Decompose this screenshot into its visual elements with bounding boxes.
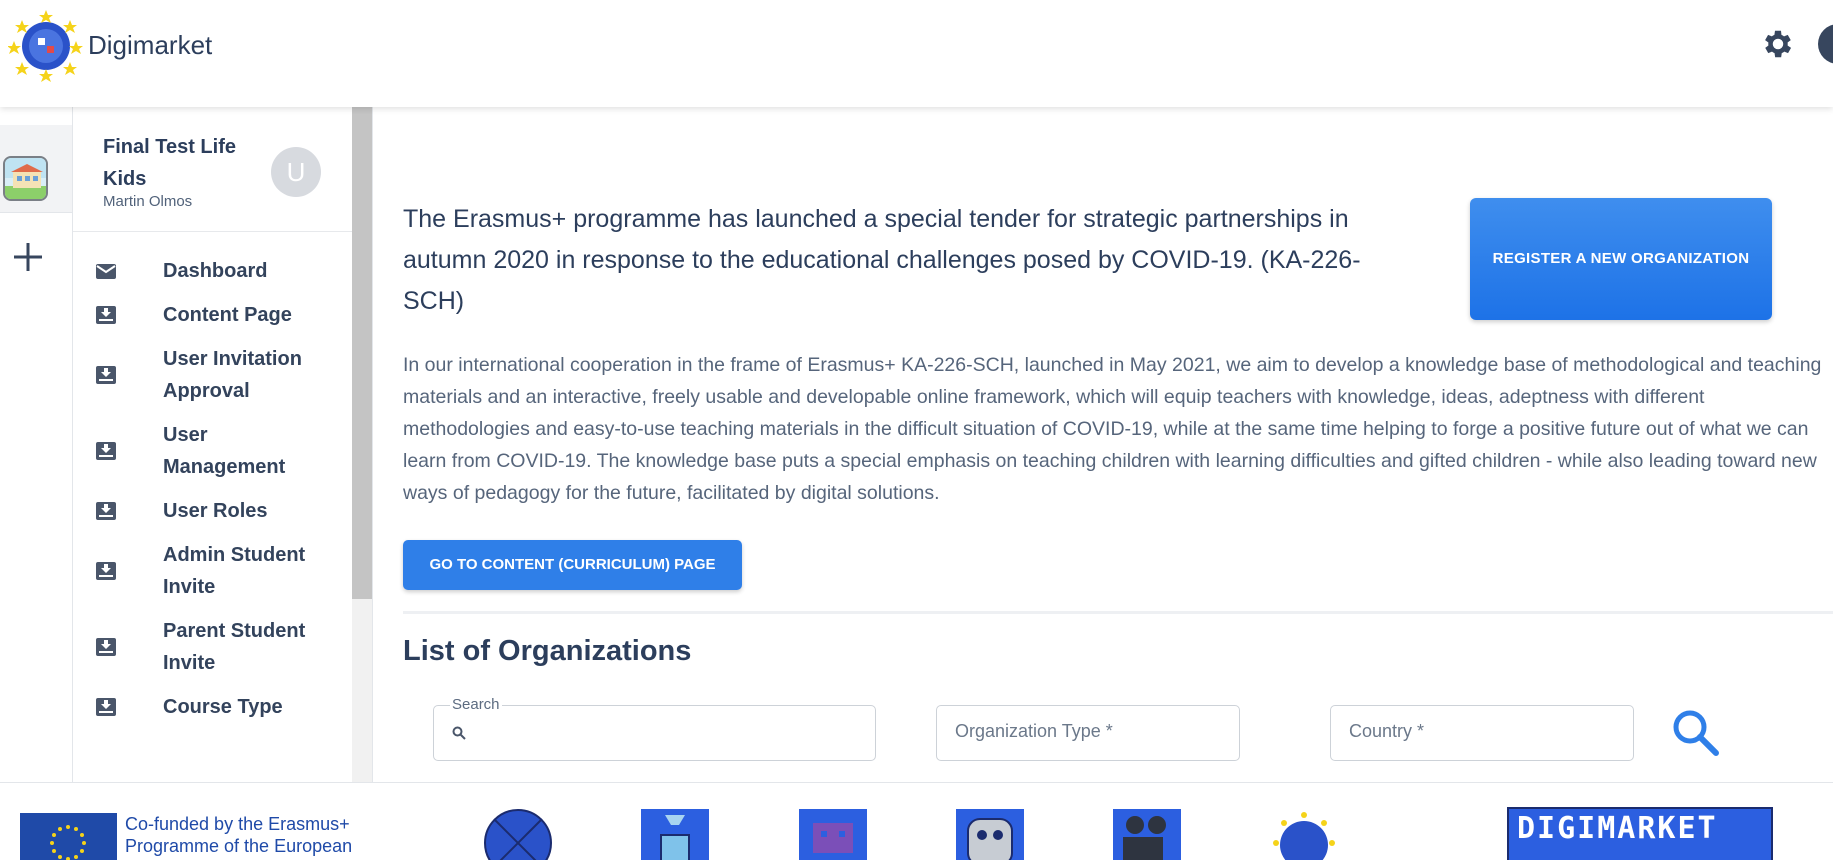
digimarket-badge-icon: [484, 809, 552, 860]
country-placeholder: Country *: [1349, 721, 1425, 741]
search-button-icon[interactable]: [1670, 707, 1720, 757]
account-circle-icon[interactable]: [1818, 24, 1833, 64]
sidebar-item-user-roles[interactable]: User Roles: [73, 489, 352, 533]
main-content: The Erasmus+ programme has launched a sp…: [373, 107, 1833, 782]
inbox-icon: [96, 502, 116, 520]
sidebar-item-admin-student-invite[interactable]: Admin Student Invite: [73, 533, 352, 609]
country-select[interactable]: Country *: [1330, 705, 1634, 761]
mail-icon: [96, 264, 116, 279]
plus-icon[interactable]: [8, 237, 48, 277]
search-input[interactable]: [474, 720, 854, 748]
organization-type-select[interactable]: Organization Type *: [936, 705, 1240, 761]
gear-icon[interactable]: [1760, 26, 1796, 62]
inbox-icon: [96, 306, 116, 324]
list-title: List of Organizations: [403, 635, 692, 667]
sidebar-item-label: User Management: [163, 424, 286, 478]
register-organization-button[interactable]: REGISTER A NEW ORGANIZATION: [1470, 198, 1772, 320]
inbox-icon: [96, 562, 116, 580]
sidebar-item-parent-student-invite[interactable]: Parent Student Invite: [73, 609, 352, 685]
digimarket-logo[interactable]: [8, 8, 84, 84]
inbox-icon: [96, 366, 116, 384]
eu-flag-icon: [20, 813, 117, 860]
intro-paragraph: In our international cooperation in the …: [403, 354, 1822, 504]
sidebar-item-user-management[interactable]: User Management: [73, 413, 352, 489]
sidebar-item-label: Admin Student Invite: [163, 544, 306, 598]
sidebar: Final Test Life Kids Martin Olmos U Dash…: [73, 107, 373, 782]
organization-rail: [0, 107, 73, 782]
3d-printer-icon: [641, 809, 709, 860]
sidebar-item-course-type[interactable]: Course Type: [73, 685, 352, 729]
eu-cofunded-text: Co-funded by the Erasmus+ Programme of t…: [125, 814, 353, 860]
search-icon: [452, 726, 466, 740]
sidebar-item-label: User Roles: [163, 500, 268, 522]
digimarket-star-logo-icon: [1273, 812, 1335, 860]
film-camera-icon: [1113, 809, 1181, 860]
footer: Co-funded by the Erasmus+ Programme of t…: [0, 782, 1833, 860]
sidebar-item-user-invitation-approval[interactable]: User Invitation Approval: [73, 337, 352, 413]
divider: [403, 611, 1833, 614]
inbox-icon: [96, 638, 116, 656]
organization-type-placeholder: Organization Type *: [955, 721, 1113, 741]
inbox-icon: [96, 698, 116, 716]
app-title: Digimarket: [88, 30, 213, 60]
sidebar-item-label: Course Type: [163, 696, 283, 718]
school-illustration-icon: [5, 158, 46, 199]
divider: [73, 231, 352, 232]
go-to-content-button[interactable]: GO TO CONTENT (CURRICULUM) PAGE: [403, 540, 742, 590]
sidebar-nav: Dashboard Content Page User Invitation A…: [73, 249, 352, 729]
search-field[interactable]: Search: [433, 696, 876, 761]
sidebar-item-label: User Invitation Approval: [163, 348, 302, 402]
organization-user-name: Martin Olmos: [103, 193, 193, 210]
sidebar-scrollbar-thumb[interactable]: [352, 107, 372, 599]
sidebar-item-label: Parent Student Invite: [163, 620, 306, 674]
banner-text: DIGIMARKET: [1517, 811, 1718, 846]
space-invader-icon: [799, 809, 867, 860]
sidebar-item-label: Content Page: [163, 304, 292, 326]
robot-icon: [956, 809, 1024, 860]
avatar[interactable]: U: [271, 147, 321, 197]
sidebar-item-dashboard[interactable]: Dashboard: [73, 249, 352, 293]
search-field-label: Search: [450, 696, 502, 713]
top-app-bar: Digimarket: [0, 0, 1833, 107]
sidebar-item-content-page[interactable]: Content Page: [73, 293, 352, 337]
organization-name: Final Test Life Kids: [103, 136, 236, 190]
intro-heading: The Erasmus+ programme has launched a sp…: [403, 205, 1361, 315]
sidebar-item-label: Dashboard: [163, 260, 268, 282]
digimarket-project-banner: DIGIMARKET: [1507, 807, 1773, 860]
inbox-icon: [96, 442, 116, 460]
rail-organization-item[interactable]: [0, 125, 72, 213]
organization-thumbnail: [3, 156, 48, 201]
